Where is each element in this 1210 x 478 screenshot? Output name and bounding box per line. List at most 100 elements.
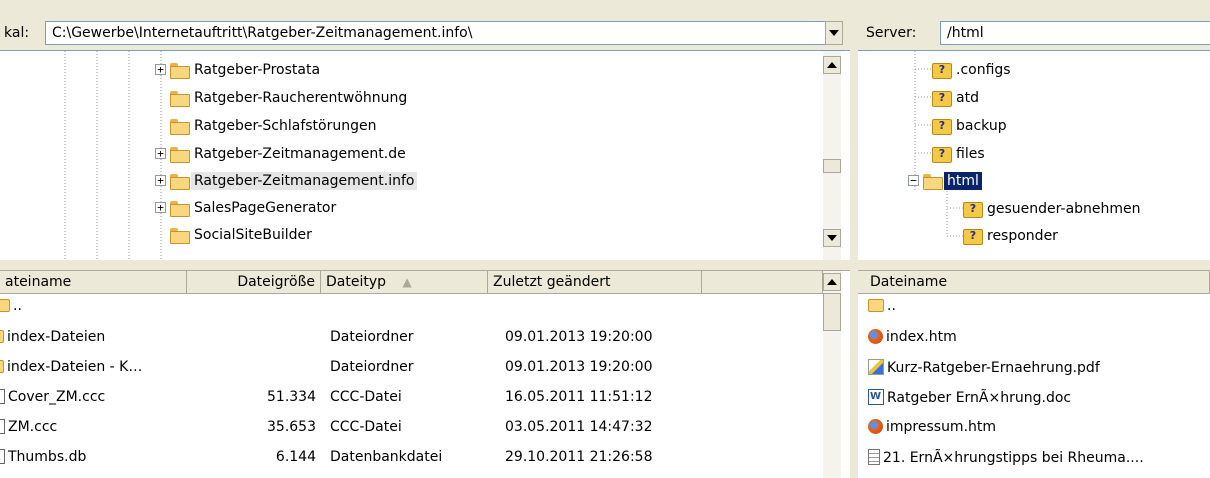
file-size: 51.334	[267, 389, 316, 405]
collapse-icon[interactable]: −	[908, 175, 919, 186]
tree-item-socialsitebuilder[interactable]: SocialSiteBuilder	[155, 222, 315, 247]
folder-icon	[170, 62, 190, 79]
file-name: index.htm	[886, 329, 957, 345]
local-file-list: ateiname Dateigröße Dateityp ▲ Zuletzt g…	[0, 270, 850, 478]
local-file-list-scrollbar[interactable]	[823, 271, 841, 478]
file-name: ZM.ccc	[8, 419, 58, 435]
tree-item-label: Ratgeber-Schlafstörungen	[194, 117, 377, 134]
table-row[interactable]: ZM.ccc 35.653 CCC-Datei 03.05.2011 14:47…	[0, 416, 823, 440]
tree-item-ratgeber-schlafstoerungen[interactable]: Ratgeber-Schlafstörungen	[155, 113, 379, 138]
table-row[interactable]: Thumbs.db 6.144 Datenbankdatei 29.10.201…	[0, 446, 823, 470]
file-name-cell: Ratgeber ErnÃ×hrung.doc	[868, 389, 1071, 406]
table-row[interactable]: Ratgeber ErnÃ×hrung.doc	[858, 386, 1210, 410]
server-path-input[interactable]: /html	[940, 21, 1210, 45]
table-row[interactable]: index.htm	[858, 326, 1210, 350]
tree-item-backup[interactable]: backup	[932, 113, 1010, 138]
column-header-modified[interactable]: Zuletzt geändert	[488, 271, 702, 294]
server-file-list: Dateiname .. index.htm Kurz-Ratgeber-Ern…	[858, 270, 1210, 478]
vertical-splitter[interactable]	[850, 0, 858, 478]
table-row[interactable]: ..	[0, 295, 823, 319]
file-modified: 09.01.2013 19:20:00	[505, 359, 653, 375]
horizontal-splitter[interactable]	[0, 260, 1210, 270]
file-name: impressum.htm	[886, 419, 997, 435]
local-path-input[interactable]: C:\Gewerbe\Internetauftritt\Ratgeber-Zei…	[45, 21, 841, 45]
file-name: index-Dateien - K…	[7, 359, 143, 375]
file-name-cell: Kurz-Ratgeber-Ernaehrung.pdf	[868, 359, 1100, 376]
scroll-thumb[interactable]	[823, 293, 841, 331]
scroll-down-button[interactable]	[823, 229, 841, 247]
table-row[interactable]: Cover_ZM.ccc 51.334 CCC-Datei 16.05.2011…	[0, 386, 823, 410]
tree-guide-lines	[64, 51, 162, 260]
expand-icon[interactable]: +	[155, 175, 166, 186]
file-icon	[0, 419, 5, 434]
tree-item-label: SalesPageGenerator	[194, 199, 337, 216]
file-type: Dateiordner	[330, 329, 414, 345]
tree-item-label: .configs	[956, 61, 1011, 78]
tree-item-label: SocialSiteBuilder	[194, 226, 312, 243]
tree-item-ratgeber-prostata[interactable]: + Ratgeber-Prostata	[155, 57, 323, 82]
chevron-down-icon	[829, 30, 839, 36]
folder-open-icon	[923, 173, 943, 190]
tree-item-files[interactable]: files	[932, 141, 988, 166]
unknown-folder-icon	[963, 201, 983, 218]
tree-item-ratgeber-raucherentwoehnung[interactable]: Ratgeber-Raucherentwöhnung	[155, 85, 410, 110]
table-row[interactable]: impressum.htm	[858, 416, 1210, 440]
local-path-label: kal:	[4, 25, 30, 41]
file-name-cell: Cover_ZM.ccc	[0, 389, 105, 405]
table-row[interactable]: index-Dateien Dateiordner 09.01.2013 19:…	[0, 326, 823, 350]
expand-icon[interactable]: +	[155, 148, 166, 159]
scroll-thumb[interactable]	[823, 159, 841, 173]
file-name-cell: index-Dateien	[0, 329, 105, 345]
pdf-icon	[868, 359, 884, 375]
local-path-dropdown-button[interactable]	[825, 21, 843, 45]
expand-icon[interactable]: +	[155, 202, 166, 213]
tree-item-gesuender-abnehmen[interactable]: gesuender-abnehmen	[963, 196, 1144, 221]
file-modified: 16.05.2011 11:51:12	[505, 389, 653, 405]
table-row[interactable]: Kurz-Ratgeber-Ernaehrung.pdf	[858, 356, 1210, 380]
folder-icon	[0, 330, 4, 343]
folder-up-icon	[868, 299, 884, 312]
column-header-name[interactable]: Dateiname	[858, 271, 1210, 294]
file-name: ..	[13, 298, 22, 314]
chevron-up-icon	[827, 279, 837, 285]
file-modified: 29.10.2011 21:26:58	[505, 449, 653, 465]
column-header-type[interactable]: Dateityp ▲	[321, 271, 488, 294]
file-name: index-Dateien	[7, 329, 106, 345]
tree-item-ratgeber-zeitmanagement-de[interactable]: + Ratgeber-Zeitmanagement.de	[155, 141, 409, 166]
tree-item-ratgeber-zeitmanagement-info[interactable]: + Ratgeber-Zeitmanagement.info	[155, 168, 418, 193]
file-name: Ratgeber ErnÃ×hrung.doc	[887, 390, 1072, 406]
folder-icon	[170, 90, 190, 107]
tree-item-html[interactable]: − html	[908, 168, 982, 193]
folder-open-icon	[170, 173, 190, 190]
scroll-up-button[interactable]	[823, 273, 841, 291]
table-row[interactable]: index-Dateien - K… Dateiordner 09.01.201…	[0, 356, 823, 380]
tree-item-configs[interactable]: .configs	[932, 57, 1014, 82]
file-name-cell: index-Dateien - K…	[0, 359, 142, 375]
table-row[interactable]: 21. ErnÃ×hrungstipps bei Rheuma....	[858, 446, 1210, 470]
tree-item-label: Ratgeber-Zeitmanagement.de	[194, 145, 406, 162]
file-name: Kurz-Ratgeber-Ernaehrung.pdf	[887, 360, 1100, 376]
folder-icon	[170, 200, 190, 217]
file-name-cell: ..	[0, 298, 22, 314]
file-type: Datenbankdatei	[330, 449, 443, 465]
table-row[interactable]: ..	[858, 295, 1210, 319]
tree-item-salespagegenerator[interactable]: + SalesPageGenerator	[155, 195, 339, 220]
tree-item-responder[interactable]: responder	[963, 223, 1061, 248]
tree-item-label: files	[956, 145, 985, 162]
file-size: 35.653	[267, 419, 316, 435]
column-header-name[interactable]: ateiname	[0, 271, 187, 294]
sort-ascending-icon: ▲	[402, 275, 412, 289]
folder-up-icon	[0, 299, 10, 312]
tree-item-atd[interactable]: atd	[932, 85, 982, 110]
tree-item-label: Ratgeber-Zeitmanagement.info	[191, 171, 418, 190]
folder-icon	[0, 360, 4, 373]
file-name-cell: Thumbs.db	[0, 449, 86, 465]
file-name-cell: index.htm	[868, 329, 957, 345]
scroll-up-button[interactable]	[823, 56, 841, 74]
file-name: 21. ErnÃ×hrungstipps bei Rheuma....	[883, 450, 1144, 466]
expand-icon[interactable]: +	[155, 64, 166, 75]
column-header-size[interactable]: Dateigröße	[187, 271, 321, 294]
file-size: 6.144	[275, 449, 316, 465]
local-tree-scrollbar[interactable]	[823, 51, 841, 260]
